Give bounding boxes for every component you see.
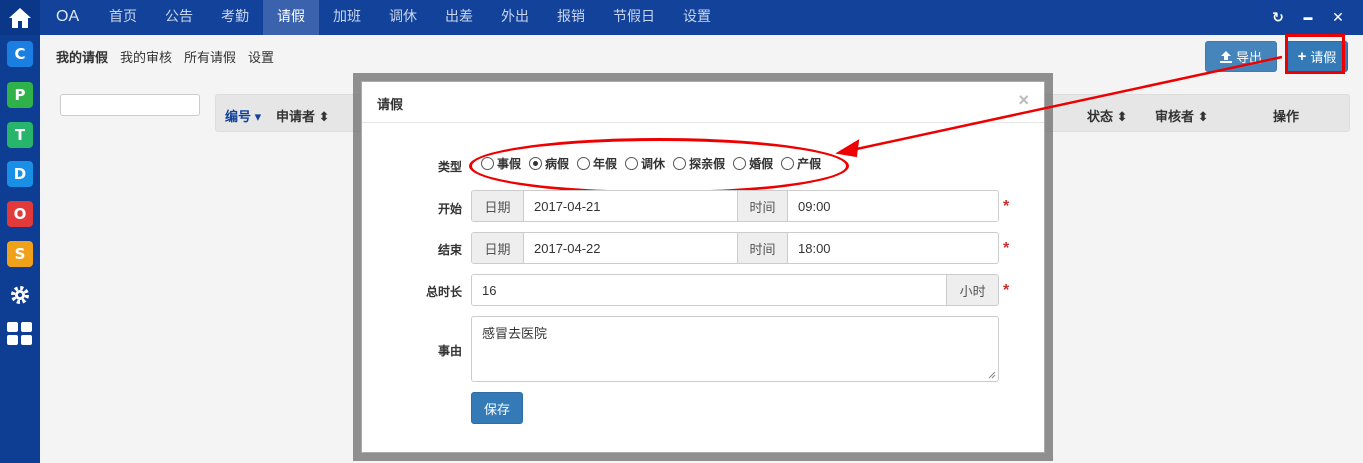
end-label: 结束 bbox=[437, 243, 462, 257]
gear-icon[interactable] bbox=[7, 282, 33, 308]
dialog-close-icon[interactable]: × bbox=[1018, 90, 1029, 111]
start-date-addon: 日期 bbox=[472, 191, 524, 221]
app-o-icon[interactable]: O bbox=[7, 201, 33, 227]
nav-holidays[interactable]: 节假日 bbox=[599, 0, 669, 35]
end-time-addon: 时间 bbox=[737, 233, 788, 263]
left-rail: C P T D O S bbox=[0, 0, 40, 463]
radio-comp-leave[interactable]: 调休 bbox=[625, 155, 665, 172]
radio-family-leave[interactable]: 探亲假 bbox=[673, 155, 725, 172]
dialog-header: 请假 × bbox=[362, 82, 1044, 123]
duration-group: 16 小时 bbox=[471, 274, 999, 306]
end-date-addon: 日期 bbox=[472, 233, 524, 263]
nav-reimbursement[interactable]: 报销 bbox=[543, 0, 599, 35]
start-time-addon: 时间 bbox=[737, 191, 788, 221]
start-date-input[interactable]: 2017-04-21 bbox=[524, 191, 737, 221]
close-icon[interactable]: ✕ bbox=[1328, 7, 1348, 27]
nav-leave[interactable]: 请假 bbox=[263, 0, 319, 35]
end-date-input[interactable]: 2017-04-22 bbox=[524, 233, 737, 263]
type-label: 类型 bbox=[437, 160, 462, 174]
app-c-icon[interactable]: C bbox=[7, 41, 33, 67]
main-menu: 首页 公告 考勤 请假 加班 调休 出差 外出 报销 节假日 设置 bbox=[95, 0, 725, 35]
top-nav: OA 首页 公告 考勤 请假 加班 调休 出差 外出 报销 节假日 设置 ↻ ▬… bbox=[40, 0, 1363, 35]
reason-text: 感冒去医院 bbox=[482, 326, 548, 341]
app-p-icon[interactable]: P bbox=[7, 82, 33, 108]
app-t-icon[interactable]: T bbox=[7, 122, 33, 148]
start-datetime-group: 日期 2017-04-21 时间 09:00 bbox=[471, 190, 999, 222]
nav-settings[interactable]: 设置 bbox=[669, 0, 725, 35]
required-mark: * bbox=[1003, 240, 1010, 257]
dialog-title: 请假 bbox=[377, 97, 404, 112]
radio-annual-leave[interactable]: 年假 bbox=[577, 155, 617, 172]
end-time-input[interactable]: 18:00 bbox=[788, 233, 998, 263]
minimize-icon[interactable]: ▬ bbox=[1298, 7, 1318, 27]
nav-notice[interactable]: 公告 bbox=[151, 0, 207, 35]
reason-textarea[interactable]: 感冒去医院 bbox=[471, 316, 999, 382]
nav-attendance[interactable]: 考勤 bbox=[207, 0, 263, 35]
required-mark: * bbox=[1003, 198, 1010, 215]
start-label: 开始 bbox=[437, 202, 462, 216]
start-time-input[interactable]: 09:00 bbox=[788, 191, 998, 221]
home-icon[interactable] bbox=[0, 0, 40, 35]
resize-grip-icon[interactable] bbox=[988, 371, 996, 379]
radio-maternity-leave[interactable]: 产假 bbox=[781, 155, 821, 172]
refresh-icon[interactable]: ↻ bbox=[1268, 7, 1288, 27]
nav-overtime[interactable]: 加班 bbox=[319, 0, 375, 35]
radio-marriage-leave[interactable]: 婚假 bbox=[733, 155, 773, 172]
grid-icon[interactable] bbox=[7, 321, 33, 347]
radio-personal-leave[interactable]: 事假 bbox=[481, 155, 521, 172]
duration-input[interactable]: 16 bbox=[472, 275, 947, 305]
reason-label: 事由 bbox=[437, 344, 462, 358]
app-s-icon[interactable]: S bbox=[7, 241, 33, 267]
leave-type-radio-group: 事假 病假 年假 调休 探亲假 婚假 产假 bbox=[481, 155, 829, 172]
duration-unit-addon: 小时 bbox=[946, 275, 998, 305]
nav-comp-leave[interactable]: 调休 bbox=[375, 0, 431, 35]
required-mark: * bbox=[1003, 282, 1010, 299]
save-button[interactable]: 保存 bbox=[471, 392, 523, 424]
nav-outing[interactable]: 外出 bbox=[487, 0, 543, 35]
end-datetime-group: 日期 2017-04-22 时间 18:00 bbox=[471, 232, 999, 264]
brand-logo[interactable]: OA bbox=[56, 8, 79, 26]
app-d-icon[interactable]: D bbox=[7, 161, 33, 187]
nav-home[interactable]: 首页 bbox=[95, 0, 151, 35]
leave-request-dialog: 请假 × 类型 事假 病假 年假 调休 探亲假 婚假 产假 开始 日期 2017… bbox=[361, 81, 1045, 453]
nav-business-trip[interactable]: 出差 bbox=[431, 0, 487, 35]
duration-label: 总时长 bbox=[425, 285, 462, 299]
radio-sick-leave[interactable]: 病假 bbox=[529, 155, 569, 172]
